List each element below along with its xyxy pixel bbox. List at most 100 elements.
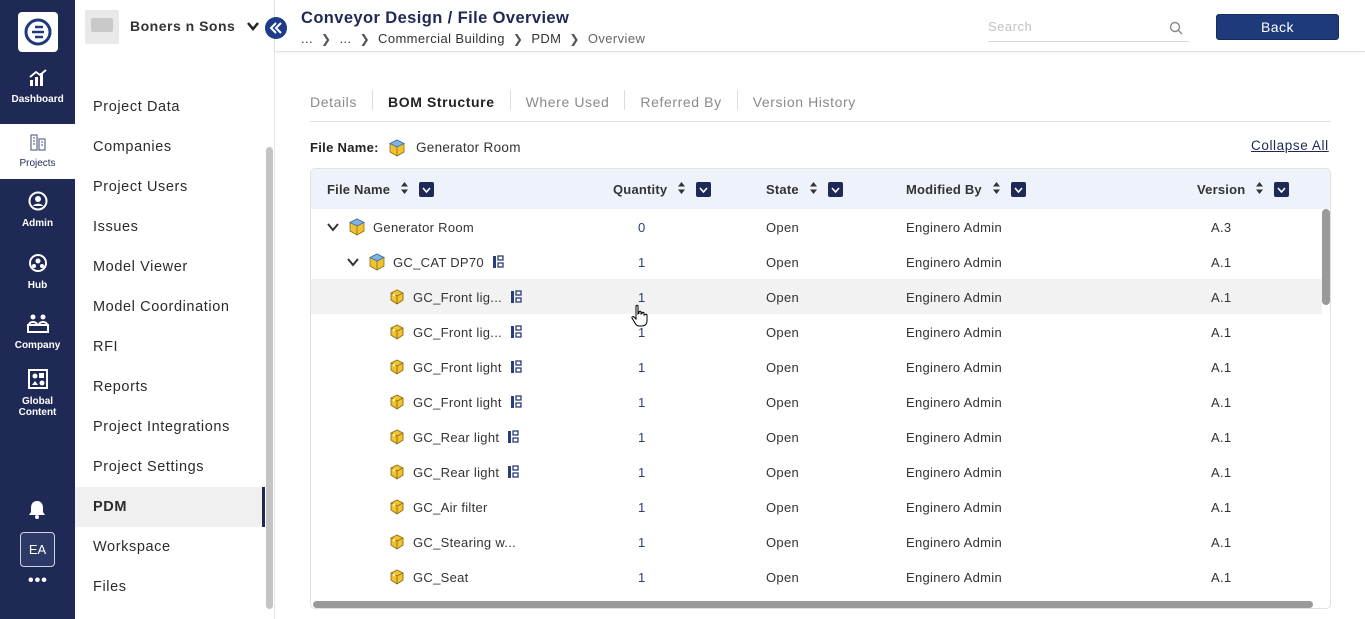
rail-item-admin[interactable]: Admin bbox=[0, 190, 75, 240]
tab-details[interactable]: Details bbox=[310, 90, 372, 110]
search-icon[interactable] bbox=[1169, 21, 1183, 35]
reference-link-icon[interactable] bbox=[492, 255, 504, 269]
rail-item-projects[interactable]: Projects bbox=[0, 124, 75, 179]
project-thumbnail bbox=[85, 10, 119, 44]
file-name-cell: GC_Front light bbox=[367, 392, 522, 412]
project-selector[interactable]: Boners n Sons bbox=[75, 0, 275, 52]
column-menu-icon[interactable] bbox=[419, 182, 435, 197]
reference-link-icon[interactable] bbox=[507, 465, 519, 479]
table-row[interactable]: GC_Front lig... 1 Open Enginero Admin A.1 bbox=[311, 279, 1322, 314]
reference-link-icon[interactable] bbox=[510, 325, 522, 339]
quantity-cell: 0 bbox=[638, 220, 646, 235]
file-name-value: Generator Room bbox=[416, 140, 521, 155]
rail-item-global-content[interactable]: Global Content bbox=[0, 368, 75, 418]
breadcrumb-item[interactable]: ... bbox=[340, 31, 352, 46]
table-body: Generator Room 0 Open Enginero Admin A.3 GC_C… bbox=[311, 209, 1322, 594]
sidebar-item-project-settings[interactable]: Project Settings bbox=[75, 447, 265, 487]
modified-by-cell: Enginero Admin bbox=[906, 500, 1002, 515]
sidebar-item-project-data[interactable]: Project Data bbox=[75, 87, 265, 127]
app-logo[interactable] bbox=[18, 12, 58, 52]
notification-bell-icon[interactable] bbox=[26, 498, 48, 520]
table-row[interactable]: GC_Front lig... 1 Open Enginero Admin A.1 bbox=[311, 314, 1322, 349]
file-name-cell: GC_CAT DP70 bbox=[347, 252, 504, 272]
sidebar-item-files[interactable]: Files bbox=[75, 567, 265, 607]
column-menu-icon[interactable] bbox=[827, 182, 843, 197]
sidebar-item-workspace[interactable]: Workspace bbox=[75, 527, 265, 567]
tab-version-history[interactable]: Version History bbox=[736, 90, 871, 110]
version-cell: A.1 bbox=[1211, 395, 1232, 410]
table-row[interactable]: GC_Seat 1 Open Enginero Admin A.1 bbox=[311, 559, 1322, 594]
rail-item-company[interactable]: Company bbox=[0, 312, 75, 362]
quantity-cell: 1 bbox=[638, 535, 646, 550]
reference-link-icon[interactable] bbox=[510, 360, 522, 374]
reference-link-icon[interactable] bbox=[510, 290, 522, 304]
tab-referred-by[interactable]: Referred By bbox=[624, 90, 736, 110]
state-cell: Open bbox=[766, 395, 800, 410]
sidebar-item-model-coordination[interactable]: Model Coordination bbox=[75, 287, 265, 327]
sidebar-item-rfi[interactable]: RFI bbox=[75, 327, 265, 367]
table-row[interactable]: GC_Front light 1 Open Enginero Admin A.1 bbox=[311, 384, 1322, 419]
sort-icon[interactable] bbox=[809, 181, 818, 198]
table-row[interactable]: GC_Rear light 1 Open Enginero Admin A.1 bbox=[311, 419, 1322, 454]
file-name-text[interactable]: GC_Front lig... bbox=[413, 290, 502, 305]
sidebar-item-companies[interactable]: Companies bbox=[75, 127, 265, 167]
chevron-down-icon[interactable] bbox=[347, 257, 361, 267]
sort-icon[interactable] bbox=[677, 181, 686, 198]
file-name-text[interactable]: Generator Room bbox=[373, 220, 474, 235]
file-name-text[interactable]: GC_Rear light bbox=[413, 465, 499, 480]
file-name-text[interactable]: GC_Front light bbox=[413, 360, 502, 375]
user-avatar[interactable]: EA bbox=[20, 532, 55, 567]
file-name-text[interactable]: GC_CAT DP70 bbox=[393, 255, 484, 270]
version-cell: A.1 bbox=[1211, 500, 1232, 515]
table-row[interactable]: GC_Rear light 1 Open Enginero Admin A.1 bbox=[311, 454, 1322, 489]
breadcrumb-item[interactable]: Commercial Building bbox=[378, 31, 505, 46]
collapse-sidebar-button[interactable] bbox=[265, 17, 287, 39]
file-name-text[interactable]: GC_Front light bbox=[413, 395, 502, 410]
column-menu-icon[interactable] bbox=[696, 182, 712, 197]
rail-item-dashboard[interactable]: Dashboard bbox=[0, 68, 75, 118]
file-name-text[interactable]: GC_Rear light bbox=[413, 430, 499, 445]
column-header-file-name: File Name bbox=[327, 181, 435, 198]
more-options-icon[interactable]: ••• bbox=[28, 572, 48, 590]
modified-by-cell: Enginero Admin bbox=[906, 395, 1002, 410]
reference-link-icon[interactable] bbox=[510, 395, 522, 409]
sidebar-item-model-viewer[interactable]: Model Viewer bbox=[75, 247, 265, 287]
assembly-icon bbox=[367, 252, 387, 272]
breadcrumb-item[interactable]: ... bbox=[301, 31, 313, 46]
table-row[interactable]: GC_Air filter 1 Open Enginero Admin A.1 bbox=[311, 489, 1322, 524]
chevron-down-icon[interactable] bbox=[246, 19, 260, 33]
file-name-text[interactable]: GC_Front lig... bbox=[413, 325, 502, 340]
vertical-scrollbar[interactable] bbox=[1322, 209, 1330, 305]
sidebar-item-reports[interactable]: Reports bbox=[75, 367, 265, 407]
sidebar-item-issues[interactable]: Issues bbox=[75, 207, 265, 247]
table-row[interactable]: GC_CAT DP70 1 Open Enginero Admin A.1 bbox=[311, 244, 1322, 279]
sidebar-item-project-integrations[interactable]: Project Integrations bbox=[75, 407, 265, 447]
sidebar-item-pdm[interactable]: PDM bbox=[75, 487, 265, 527]
reference-link-icon[interactable] bbox=[507, 430, 519, 444]
search-input[interactable] bbox=[988, 19, 1158, 34]
horizontal-scrollbar[interactable] bbox=[313, 601, 1313, 608]
file-name-text[interactable]: GC_Seat bbox=[413, 570, 469, 585]
sort-icon[interactable] bbox=[1255, 181, 1264, 198]
chevron-down-icon[interactable] bbox=[327, 222, 341, 232]
tab-where-used[interactable]: Where Used bbox=[509, 90, 625, 110]
column-menu-icon[interactable] bbox=[1274, 182, 1290, 197]
file-name-text[interactable]: GC_Stearing w... bbox=[413, 535, 516, 550]
sidebar-item-project-users[interactable]: Project Users bbox=[75, 167, 265, 207]
table-row[interactable]: GC_Stearing w... 1 Open Enginero Admin A.1 bbox=[311, 524, 1322, 559]
sidebar-scrollbar[interactable] bbox=[266, 147, 273, 609]
file-name-cell: GC_Seat bbox=[367, 567, 469, 587]
file-name-text[interactable]: GC_Air filter bbox=[413, 500, 488, 515]
tab-bom-structure[interactable]: BOM Structure bbox=[372, 90, 510, 110]
back-button[interactable]: Back bbox=[1216, 14, 1339, 40]
table-row[interactable]: GC_Front light 1 Open Enginero Admin A.1 bbox=[311, 349, 1322, 384]
sort-icon[interactable] bbox=[992, 181, 1001, 198]
sort-icon[interactable] bbox=[400, 181, 409, 198]
column-menu-icon[interactable] bbox=[1010, 182, 1026, 197]
rail-item-label: Admin bbox=[21, 218, 54, 229]
table-row[interactable]: Generator Room 0 Open Enginero Admin A.3 bbox=[311, 209, 1322, 244]
breadcrumb-item[interactable]: PDM bbox=[531, 31, 561, 46]
rail-item-hub[interactable]: Hub bbox=[0, 252, 75, 302]
collapse-all-link[interactable]: Collapse All bbox=[1251, 138, 1329, 153]
column-header-modified-by: Modified By bbox=[906, 181, 1026, 198]
